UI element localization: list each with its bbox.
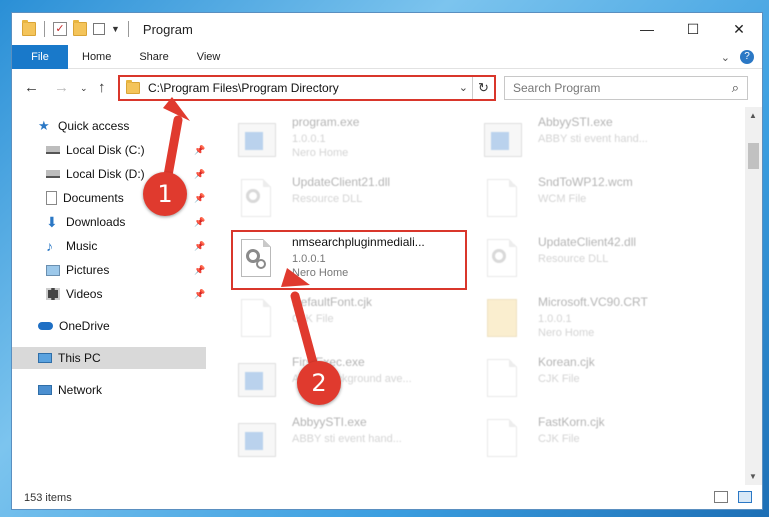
- address-path: C:\Program Files\Program Directory: [148, 81, 339, 95]
- file-tile[interactable]: FirstExec.exe ABBY background ave...: [232, 351, 468, 411]
- pin-icon[interactable]: 📌: [194, 193, 205, 204]
- window-title: Program: [142, 21, 193, 37]
- scroll-down-icon[interactable]: ▼: [749, 472, 757, 481]
- sidebar-item-onedrive[interactable]: OneDrive: [12, 315, 206, 337]
- pin-icon[interactable]: 📌: [194, 265, 205, 276]
- file-tile[interactable]: DefaultFont.cjk CJK File: [232, 291, 468, 351]
- sidebar-item-pictures[interactable]: Pictures 📌: [12, 259, 206, 281]
- file-icon: [482, 417, 522, 461]
- file-tile[interactable]: AbbyySTI.exe ABBY sti event hand...: [478, 111, 714, 171]
- ribbon-tabs: File Home Share View ⌄ ?: [12, 44, 762, 69]
- exe-icon: [236, 417, 276, 461]
- recent-locations-icon[interactable]: ⌄: [80, 83, 88, 94]
- tab-share[interactable]: Share: [125, 45, 182, 69]
- pin-icon[interactable]: 📌: [194, 145, 205, 156]
- back-arrow-icon[interactable]: ←: [24, 79, 39, 96]
- folder-icon: [126, 80, 140, 94]
- sidebar-item-downloads[interactable]: ⬇ Downloads 📌: [12, 211, 206, 233]
- file-list: program.exe 1.0.0.1 Nero Home AbbyySTI.exe…: [222, 107, 742, 483]
- exe-icon: [236, 357, 276, 401]
- details-view-icon[interactable]: [714, 491, 728, 503]
- chevron-down-icon[interactable]: ▼: [111, 24, 120, 34]
- folder-icon[interactable]: [22, 20, 36, 36]
- search-input[interactable]: Search Program ⌕: [504, 76, 748, 100]
- new-folder-icon[interactable]: [73, 20, 87, 36]
- file-tile[interactable]: SndToWP12.wcm WCM File: [478, 171, 714, 231]
- chevron-down-icon[interactable]: ⌄: [459, 81, 468, 94]
- sidebar-item-this-pc[interactable]: This PC: [12, 347, 206, 369]
- dll-icon: [482, 237, 522, 281]
- pin-icon[interactable]: 📌: [194, 241, 205, 252]
- file-icon: [236, 297, 276, 341]
- window-controls: — ☐ ✕: [624, 13, 762, 45]
- search-icon[interactable]: ⌕: [732, 80, 739, 96]
- search-placeholder: Search Program: [513, 81, 601, 95]
- expand-ribbon-icon[interactable]: ⌄: [721, 51, 730, 64]
- quick-access-toolbar: ✓ ▼ Program: [12, 13, 193, 45]
- sidebar-item-quick-access[interactable]: ★ Quick access: [12, 115, 206, 137]
- forward-arrow-icon[interactable]: →: [54, 79, 69, 96]
- drive-icon: [46, 170, 60, 178]
- pin-icon[interactable]: 📌: [194, 289, 205, 300]
- file-icon: [482, 177, 522, 221]
- status-bar: 153 items: [12, 487, 762, 509]
- scroll-up-icon[interactable]: ▲: [749, 111, 757, 120]
- ribbon-controls: ⌄ ?: [721, 45, 754, 69]
- computer-icon: [38, 353, 52, 363]
- divider: [127, 21, 129, 37]
- documents-icon: [46, 191, 57, 205]
- sidebar-item-network[interactable]: Network: [12, 379, 206, 401]
- music-icon: ♪: [46, 238, 53, 254]
- minimize-icon[interactable]: —: [624, 13, 670, 45]
- properties-icon[interactable]: ✓: [53, 22, 67, 36]
- step-marker-1: 1: [143, 172, 187, 216]
- download-icon: ⬇: [46, 214, 58, 230]
- network-icon: [38, 385, 52, 395]
- step-marker-2: 2: [297, 361, 341, 405]
- pin-icon[interactable]: 📌: [194, 169, 205, 180]
- exe-icon: [236, 117, 276, 161]
- explorer-window: ✓ ▼ Program — ☐ ✕ File Home Share View ⌄…: [11, 12, 763, 510]
- file-tile[interactable]: UpdateClient21.dll Resource DLL: [232, 171, 468, 231]
- scroll-thumb[interactable]: [748, 143, 759, 169]
- tab-view[interactable]: View: [183, 45, 235, 69]
- refresh-icon[interactable]: ↻: [472, 77, 494, 99]
- file-tile[interactable]: AbbyySTI.exe ABBY sti event hand...: [232, 411, 468, 471]
- help-icon[interactable]: ?: [740, 50, 754, 64]
- file-tile[interactable]: Microsoft.VC90.CRT 1.0.0.1 Nero Home: [478, 291, 714, 351]
- tab-file[interactable]: File: [12, 44, 68, 69]
- file-icon: [482, 357, 522, 401]
- pictures-icon: [46, 264, 60, 276]
- drive-icon: [46, 146, 60, 154]
- sidebar-item-music[interactable]: ♪ Music 📌: [12, 235, 206, 257]
- close-icon[interactable]: ✕: [716, 13, 762, 45]
- vertical-scrollbar[interactable]: ▲ ▼: [745, 107, 762, 485]
- file-tile[interactable]: Korean.cjk CJK File: [478, 351, 714, 411]
- address-bar[interactable]: C:\Program Files\Program Directory ⌄ ↻: [118, 75, 496, 101]
- navigation-pane: ★ Quick access Local Disk (C:) 📌 Local D…: [12, 109, 206, 483]
- navigation-bar: ← → ⌄ ↑ C:\Program Files\Program Directo…: [12, 73, 762, 103]
- file-tile[interactable]: UpdateClient42.dll Resource DLL: [478, 231, 714, 291]
- folder-file-icon: [482, 297, 522, 341]
- star-icon: ★: [38, 118, 50, 133]
- cloud-icon: [38, 322, 53, 330]
- up-arrow-icon[interactable]: ↑: [98, 79, 106, 96]
- customize-toolbar-icon[interactable]: [93, 23, 105, 35]
- dll-icon: [236, 177, 276, 221]
- title-bar: ✓ ▼ Program — ☐ ✕: [12, 13, 762, 45]
- sidebar-item-local-disk-c[interactable]: Local Disk (C:) 📌: [12, 139, 206, 161]
- file-tile[interactable]: program.exe 1.0.0.1 Nero Home: [232, 111, 468, 171]
- tiles-view-icon[interactable]: [738, 491, 752, 503]
- file-tile[interactable]: FastKorn.cjk CJK File: [478, 411, 714, 471]
- sidebar-item-videos[interactable]: Videos 📌: [12, 283, 206, 305]
- pin-icon[interactable]: 📌: [194, 217, 205, 228]
- divider: [44, 21, 45, 37]
- maximize-icon[interactable]: ☐: [670, 13, 716, 45]
- tab-home[interactable]: Home: [68, 45, 125, 69]
- item-count: 153 items: [24, 492, 72, 504]
- file-highlight-box: [231, 230, 467, 290]
- exe-icon: [482, 117, 522, 161]
- videos-icon: [46, 288, 60, 300]
